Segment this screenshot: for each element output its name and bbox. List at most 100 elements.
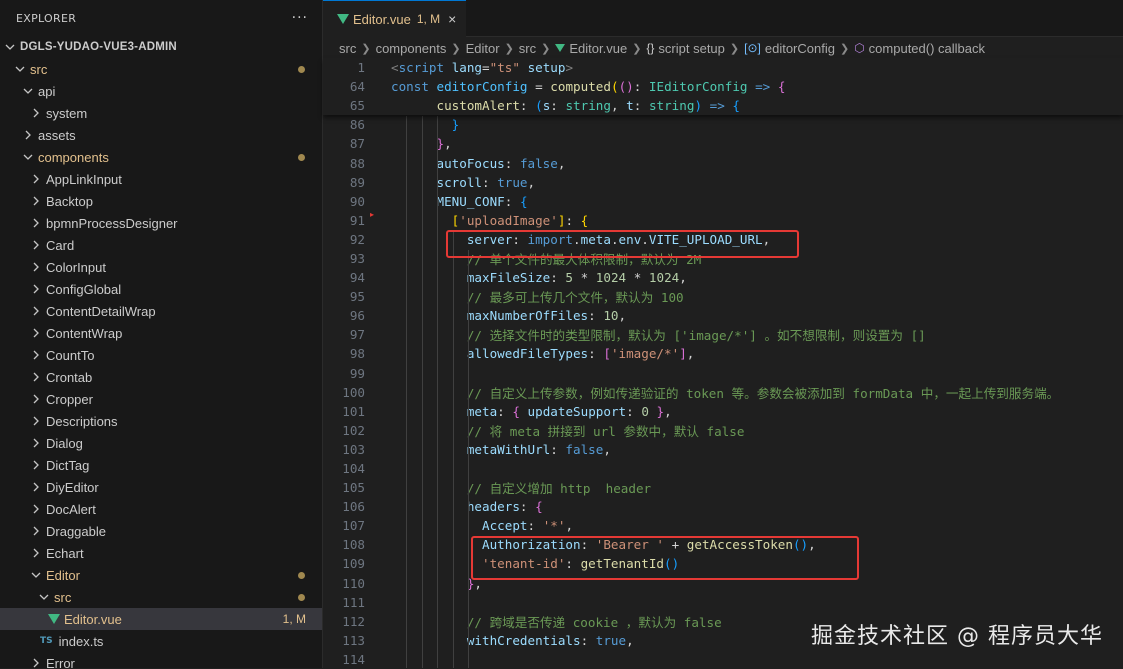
indent-guide	[422, 116, 423, 668]
folder-item[interactable]: assets	[0, 124, 322, 146]
folder-item[interactable]: api	[0, 80, 322, 102]
explorer-title: EXPLORER	[16, 11, 77, 25]
folder-item[interactable]: Crontab	[0, 366, 322, 388]
breadcrumb-item[interactable]: Editor.vue	[555, 41, 627, 56]
breadcrumb-item[interactable]: src	[339, 41, 356, 56]
folder-item[interactable]: Descriptions	[0, 410, 322, 432]
tree-item-label: bpmnProcessDesigner	[46, 215, 178, 231]
folder-item[interactable]: bpmnProcessDesigner	[0, 212, 322, 234]
code-line: 91 ['uploadImage']: {	[349, 212, 589, 228]
folder-item[interactable]: ColorInput	[0, 256, 322, 278]
tree-item-label: components	[38, 149, 109, 165]
file-item[interactable]: TS index.ts	[0, 630, 322, 652]
indent-guide	[406, 116, 407, 668]
tree-item-label: ColorInput	[46, 259, 106, 275]
chevron-right-icon	[28, 545, 44, 561]
code-line: 89 scroll: true,	[349, 174, 536, 190]
folder-item[interactable]: Dialog	[0, 432, 322, 454]
file-item[interactable]: Editor.vue 1, M	[0, 608, 322, 630]
tree-item-label: ConfigGlobal	[46, 281, 122, 297]
chevron-down-icon	[2, 39, 18, 55]
code-line: 111	[342, 594, 365, 610]
code-line: 86 }	[349, 117, 460, 133]
tab-bar: Editor.vue 1, M ×	[323, 0, 1123, 37]
folder-item[interactable]: ConfigGlobal	[0, 278, 322, 300]
tree-item-label: assets	[38, 127, 76, 143]
folder-item[interactable]: Backtop	[0, 190, 322, 212]
folder-item[interactable]: Cropper	[0, 388, 322, 410]
breadcrumb-item[interactable]: [⊙] editorConfig	[744, 41, 835, 56]
indent-guide	[453, 230, 454, 668]
tree-item-label: Dialog	[46, 435, 83, 451]
folder-item[interactable]: AppLinkInput	[0, 168, 322, 190]
breadcrumb-item[interactable]: {} script setup	[646, 41, 725, 56]
chevron-right-icon	[28, 347, 44, 363]
chevron-down-icon	[20, 83, 36, 99]
code-line: 98 allowedFileTypes: ['image/*'],	[349, 346, 695, 362]
close-icon[interactable]: ×	[448, 11, 456, 27]
diff-marker-icon: ▸	[370, 210, 375, 219]
code-line: 1 <script lang="ts" setup>	[357, 60, 574, 76]
code-line: 90 MENU_CONF: {	[349, 193, 528, 209]
chevron-right-icon	[28, 215, 44, 231]
code-line: 104	[342, 461, 365, 477]
tab-status: 1, M	[416, 12, 441, 26]
chevron-right-icon	[28, 281, 44, 297]
code-line: 100 // 自定义上传参数，例如传递验证的 token 等。参数会被添加到 f…	[342, 384, 1060, 401]
chevron-right-icon: ❯	[451, 42, 461, 55]
indent-guide	[437, 116, 438, 668]
tree-item-label: ContentWrap	[46, 325, 123, 341]
code-line: 102 // 将 meta 拼接到 url 参数中，默认 false	[342, 422, 745, 439]
folder-item[interactable]: DictTag	[0, 454, 322, 476]
modified-dot-icon	[298, 571, 305, 579]
folder-item[interactable]: CountTo	[0, 344, 322, 366]
sticky-scroll: 1 <script lang="ts" setup> 64 const editor…	[323, 58, 1123, 116]
folder-item[interactable]: Error	[0, 652, 322, 668]
folder-item[interactable]: ContentWrap	[0, 322, 322, 344]
tree-item-label: CountTo	[46, 347, 95, 363]
folder-item[interactable]: Card	[0, 234, 322, 256]
method-cube-icon: ⬡	[854, 41, 865, 55]
folder-item[interactable]: system	[0, 102, 322, 124]
folder-item[interactable]: DiyEditor	[0, 476, 322, 498]
typescript-file-icon: TS	[40, 636, 53, 646]
chevron-right-icon	[20, 127, 36, 143]
folder-item[interactable]: ContentDetailWrap	[0, 300, 322, 322]
folder-item[interactable]: src	[0, 58, 322, 80]
folder-item[interactable]: Draggable	[0, 520, 322, 542]
indent-guide	[468, 250, 469, 668]
tree-item-label: Editor.vue	[64, 611, 122, 627]
tree-item-label: src	[30, 61, 48, 77]
breadcrumb-item[interactable]: src	[519, 41, 536, 56]
tree-item-label: Card	[46, 237, 75, 253]
tree-item-label: src	[54, 589, 72, 605]
chevron-right-icon	[28, 369, 44, 385]
modified-dot-icon	[298, 153, 305, 161]
chevron-right-icon	[28, 523, 44, 539]
tree-item-label: Editor	[46, 567, 80, 583]
folder-item[interactable]: components	[0, 146, 322, 168]
code-line: 103 metaWithUrl: false,	[342, 441, 611, 457]
folder-item[interactable]: Editor	[0, 564, 322, 586]
tab-editor-vue[interactable]: Editor.vue 1, M ×	[323, 0, 467, 37]
chevron-down-icon	[36, 589, 52, 605]
variable-icon: [⊙]	[744, 41, 761, 55]
breadcrumb-item[interactable]: Editor	[466, 41, 500, 56]
project-root-label: DGLS-YUDAO-VUE3-ADMIN	[20, 41, 177, 53]
editor-area: Editor.vue 1, M × src ❯ components ❯ Edito…	[323, 0, 1123, 668]
code-line: 65 customAlert: (s: string, t: string) =…	[349, 98, 740, 114]
folder-item[interactable]: DocAlert	[0, 498, 322, 520]
breadcrumb-item[interactable]: components	[376, 41, 447, 56]
tree-item-label: DictTag	[46, 457, 90, 473]
breadcrumb-item[interactable]: ⬡ computed() callback	[854, 41, 985, 56]
chevron-right-icon	[28, 457, 44, 473]
more-actions-icon[interactable]: ···	[292, 10, 308, 26]
modified-dot-icon	[298, 65, 305, 73]
chevron-right-icon: ❯	[632, 42, 642, 55]
project-root[interactable]: DGLS-YUDAO-VUE3-ADMIN	[0, 36, 322, 58]
folder-item[interactable]: Echart	[0, 542, 322, 564]
code-line: 95 // 最多可上传几个文件，默认为 100	[349, 289, 684, 306]
code-line: 64 const editorConfig = computed((): IEdi…	[349, 79, 786, 95]
watermark: 掘金技术社区 @ 程序员大华	[811, 624, 1103, 649]
folder-item[interactable]: src	[0, 586, 322, 608]
